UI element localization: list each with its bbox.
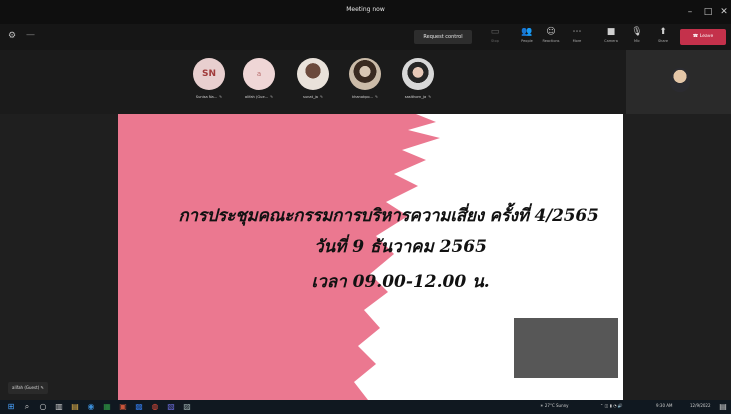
title-bar: Meeting now – □ ✕ [0, 0, 731, 24]
mic-muted-icon: ✎ [320, 95, 324, 99]
search-icon[interactable]: ⌕ [22, 402, 32, 412]
excel-icon[interactable]: ▦ [102, 402, 112, 412]
file-explorer-icon[interactable]: ▤ [70, 402, 80, 412]
participant-name: khanokpo... [352, 95, 373, 99]
powerpoint-icon[interactable]: ▣ [118, 402, 128, 412]
mic-muted-icon: ✎ [219, 95, 223, 99]
people-button[interactable]: 👥 People [516, 27, 538, 47]
slide-date: วันที่ 9 ธันวาคม 2565 [314, 237, 487, 257]
reactions-icon: ☺ [546, 27, 556, 37]
more-button[interactable]: ⋯ More [566, 27, 588, 47]
slide-time: เวลา 09.00-12.00 น. [311, 272, 490, 292]
mic-muted-icon: ✎ [40, 385, 44, 390]
participant-name: Sunisa Na... [195, 95, 218, 99]
shield-icon[interactable]: ⚙ [8, 31, 16, 41]
minimize-icon[interactable]: – [682, 4, 698, 20]
chrome-icon[interactable]: ◍ [150, 402, 160, 412]
sharing-participant-label: alifah (Guest) ✎ [8, 382, 48, 394]
date[interactable]: 12/9/2022 [690, 403, 711, 408]
word-icon[interactable]: ▩ [134, 402, 144, 412]
participant-tile[interactable]: SN Sunisa Na... ✎ [184, 58, 234, 110]
presenter-video-box [514, 318, 618, 378]
participant-tile[interactable]: sunat_ja ✎ [288, 58, 338, 110]
mic-button[interactable]: 🎙 Mic [626, 27, 648, 47]
camera-button[interactable]: ■ Camera [600, 27, 622, 47]
avatar [349, 58, 381, 90]
system-tray-icons[interactable]: ⌃ ◫ ▮ ◔ 🔊 [600, 403, 623, 408]
notification-icon[interactable]: ▤ [718, 402, 728, 412]
meeting-timer-placeholder: — [26, 30, 35, 40]
maximize-icon[interactable]: □ [700, 4, 716, 20]
reactions-button[interactable]: ☺ Reactions [540, 27, 562, 47]
app-icon[interactable]: ▨ [182, 402, 192, 412]
participant-tile[interactable]: khanokpo... ✎ [340, 58, 390, 110]
clock[interactable]: 9:30 AM [656, 403, 672, 408]
participant-tile[interactable]: sasithorn_ja ✎ [393, 58, 443, 110]
weather-widget[interactable]: ☀ 27°C Sunny [540, 403, 569, 408]
mic-icon: 🎙 [631, 27, 643, 37]
teams-icon[interactable]: ▧ [166, 402, 176, 412]
participant-name: sasithorn_ja [404, 95, 427, 99]
avatar [297, 58, 329, 90]
self-view-video[interactable] [626, 50, 731, 114]
request-control-button[interactable]: Request control [414, 30, 472, 44]
slide-title: การประชุมคณะกรรมการบริหารความเสี่ยง ครั้… [178, 206, 599, 226]
participant-tile[interactable]: a alifah (Gue... ✎ [234, 58, 284, 110]
mic-muted-icon: ✎ [270, 95, 274, 99]
windows-start-icon[interactable]: ⊞ [6, 402, 16, 412]
people-icon: 👥 [521, 27, 533, 37]
avatar: SN [193, 58, 225, 90]
edge-browser-icon[interactable]: ◉ [86, 402, 96, 412]
mic-muted-icon: ✎ [428, 95, 432, 99]
task-view-icon[interactable]: ○ [38, 402, 48, 412]
stop-share-button[interactable]: ▭ Stop [484, 27, 506, 47]
participant-name: sunat_ja [302, 95, 319, 99]
teams-meeting-window: Meeting now – □ ✕ ⚙ — Request control ▭ … [0, 0, 731, 414]
shared-slide: การประชุมคณะกรรมการบริหารความเสี่ยง ครั้… [118, 114, 623, 400]
windows-taskbar: ⊞ ⌕ ○ ▥ ▤ ◉ ▦ ▣ ▩ ◍ ▧ ▨ ☀ 27°C Sunny ⌃ ◫… [0, 400, 731, 414]
more-icon: ⋯ [572, 27, 582, 37]
mic-muted-icon: ✎ [374, 95, 378, 99]
avatar [402, 58, 434, 90]
participant-name: alifah (Gue... [244, 95, 269, 99]
meeting-toolbar: ⚙ — Request control ▭ Stop 👥 People ☺ Re… [0, 24, 731, 50]
camera-icon: ■ [606, 27, 616, 37]
share-button[interactable]: ⬆ Share [652, 27, 674, 47]
phone-icon: ☎ [692, 34, 699, 39]
share-icon: ⬆ [659, 27, 667, 37]
leave-button[interactable]: ☎ Leave [680, 29, 726, 45]
avatar: a [243, 58, 275, 90]
self-video-person [670, 68, 690, 92]
widgets-icon[interactable]: ▥ [54, 402, 64, 412]
window-title: Meeting now [346, 6, 385, 13]
close-icon[interactable]: ✕ [716, 4, 731, 20]
stop-share-icon: ▭ [490, 27, 500, 37]
participant-strip: SN Sunisa Na... ✎ a alifah (Gue... ✎ sunat… [0, 50, 731, 114]
